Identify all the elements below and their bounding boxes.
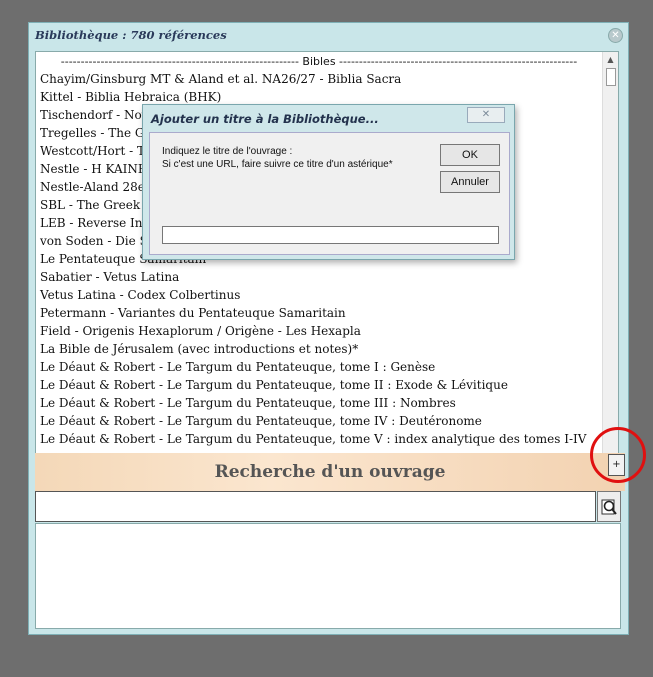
title-input[interactable]: [162, 226, 499, 244]
list-item[interactable]: Le Déaut & Robert - Le Targum du Pentate…: [40, 358, 435, 376]
list-item[interactable]: Nestle - H KAINH: [40, 160, 148, 178]
list-item[interactable]: Westcott/Hort - Th: [40, 142, 153, 160]
search-banner: Recherche d'un ouvrage: [35, 453, 625, 491]
list-item[interactable]: Le Déaut & Robert - Le Targum du Pentate…: [40, 394, 456, 412]
list-item[interactable]: Nestle-Aland 28e e: [40, 178, 156, 196]
list-item[interactable]: Sabatier - Vetus Latina: [40, 268, 179, 286]
search-book-icon: [601, 499, 617, 515]
dialog-body: Indiquez le titre de l'ouvrage : Si c'es…: [149, 132, 510, 255]
ok-button[interactable]: OK: [440, 144, 500, 166]
list-item[interactable]: Le Déaut & Robert - Le Targum du Pentate…: [40, 376, 508, 394]
list-item[interactable]: von Soden - Die Sc: [40, 232, 155, 250]
list-item[interactable]: Field - Origenis Hexaplorum / Origène - …: [40, 322, 361, 340]
dialog-prompt: Indiquez le titre de l'ouvrage : Si c'es…: [162, 145, 393, 171]
list-item[interactable]: Tregelles - The Gre: [40, 124, 157, 142]
list-item[interactable]: LEB - Reverse Inte: [40, 214, 154, 232]
add-title-dialog: Ajouter un titre à la Bibliothèque... ✕ …: [142, 104, 515, 260]
list-item[interactable]: La Bible de Jérusalem (avec introduction…: [40, 340, 358, 358]
list-item[interactable]: Chayim/Ginsburg MT & Aland et al. NA26/2…: [40, 70, 401, 88]
dialog-prompt-line1: Indiquez le titre de l'ouvrage :: [162, 146, 293, 157]
cancel-button[interactable]: Annuler: [440, 171, 500, 193]
search-title: Recherche d'un ouvrage: [214, 462, 446, 482]
list-separator: ----------------------------------------…: [60, 55, 578, 68]
search-results[interactable]: [35, 523, 621, 629]
list-item[interactable]: Vetus Latina - Codex Colbertinus: [40, 286, 240, 304]
window-title: Bibliothèque : 780 références: [35, 28, 227, 42]
search-button[interactable]: [597, 491, 621, 522]
close-icon[interactable]: ✕: [608, 28, 623, 43]
scroll-thumb[interactable]: [606, 68, 616, 86]
search-input[interactable]: [35, 491, 596, 522]
list-item[interactable]: Petermann - Variantes du Pentateuque Sam…: [40, 304, 346, 322]
list-item[interactable]: Le Déaut & Robert - Le Targum du Pentate…: [40, 430, 586, 448]
dialog-prompt-line2: Si c'est une URL, faire suivre ce titre …: [162, 159, 393, 170]
list-item[interactable]: Le Déaut & Robert - Le Targum du Pentate…: [40, 412, 482, 430]
dialog-close-icon[interactable]: ✕: [467, 107, 505, 123]
list-item[interactable]: SBL - The Greek N: [40, 196, 154, 214]
annotation-circle: [590, 427, 646, 483]
list-scrollbar[interactable]: ▲ ▼: [602, 52, 618, 470]
dialog-title: Ajouter un titre à la Bibliothèque...: [151, 112, 379, 126]
scroll-up-icon[interactable]: ▲: [605, 54, 616, 66]
list-item[interactable]: Tischendorf - Novu: [40, 106, 156, 124]
